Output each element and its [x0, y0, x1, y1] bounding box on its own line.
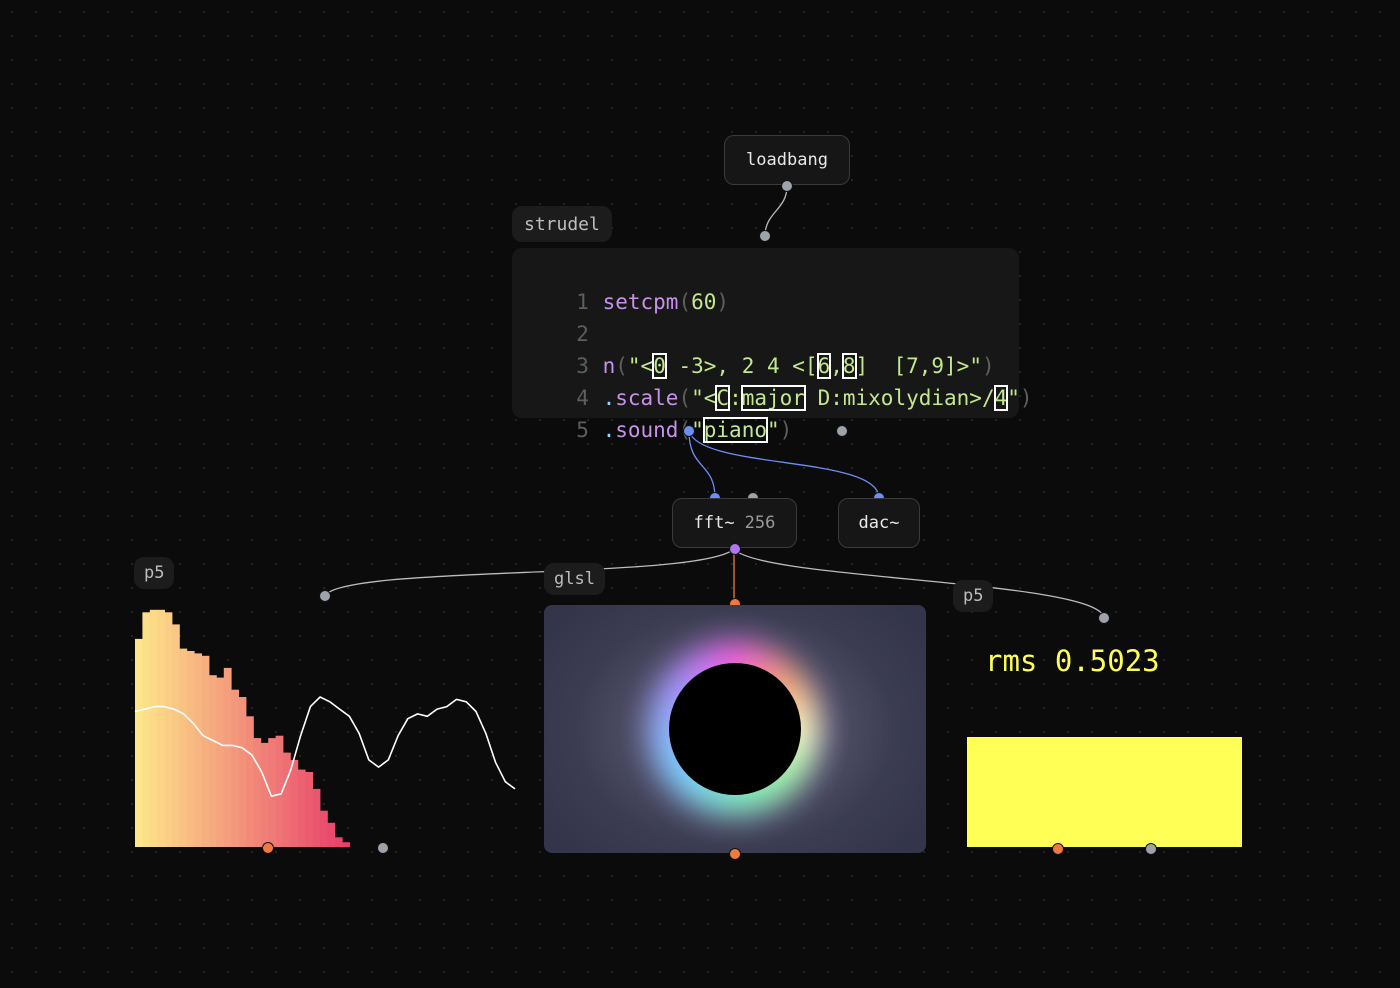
spectrum-bar [172, 624, 180, 847]
dac-node[interactable]: dac~ [838, 498, 920, 548]
spectrum-bar [209, 675, 217, 847]
p5-left-inlet[interactable] [319, 590, 331, 602]
code-token: . [602, 418, 616, 442]
spectrum-bar [283, 752, 291, 847]
spectrum-bar [238, 697, 247, 847]
fft-outlet[interactable] [729, 543, 741, 555]
glsl-outlet[interactable] [729, 848, 741, 860]
p5-right-video-outlet[interactable] [1052, 843, 1064, 855]
spectrum-bar [290, 759, 299, 847]
p5-left-video-outlet[interactable] [262, 842, 274, 854]
rms-label: rms [985, 644, 1038, 678]
code-line-3: 3 n("<0 -3>, 2 4 <[6,8] [7,9]>") [512, 318, 1019, 379]
spectrum-bar [253, 738, 262, 847]
spectrum-bar [327, 822, 336, 847]
p5-right-message-outlet[interactable] [1145, 843, 1157, 855]
spectrum-bar [342, 842, 350, 847]
p5-left-label: p5 [144, 563, 165, 583]
glsl-shader-canvas[interactable] [544, 605, 926, 853]
wire-fft-p5-left [324, 548, 735, 597]
p5-left-title[interactable]: p5 [134, 557, 175, 589]
p5-right-title[interactable]: p5 [953, 580, 994, 612]
p5-right-inlet[interactable] [1098, 612, 1110, 624]
spectrum-bar [223, 667, 232, 847]
shader-black-circle [669, 663, 801, 795]
fft-size: 256 [744, 513, 776, 533]
wire-loadbang-strudel [764, 185, 788, 237]
spectrum-bar [216, 677, 225, 847]
p5-right-label: p5 [963, 586, 984, 606]
code-line-2: 2 [512, 286, 1019, 346]
spectrum-bar [231, 689, 239, 847]
strudel-inlet[interactable] [759, 230, 771, 242]
spectrum-bar [201, 655, 210, 847]
spectrum-bar [246, 716, 254, 847]
line-number: 5 [576, 418, 589, 442]
spectrum-bar [142, 612, 151, 847]
p5-left-message-outlet[interactable] [377, 842, 389, 854]
active-note-highlight: piano [702, 417, 768, 443]
spectrum-bar [305, 772, 313, 847]
spectrum-bar [164, 612, 173, 847]
strudel-title[interactable]: strudel [512, 206, 612, 242]
spectrum-bar [297, 769, 306, 847]
spectrum-bar [312, 788, 321, 847]
code-line-1: 1 setcpm(60) [512, 254, 1019, 314]
code-line-5: 5.sound("piano") [512, 382, 1019, 443]
spectrum-bar [260, 742, 269, 847]
spectrum-bar [334, 837, 343, 847]
fft-node[interactable]: fft~ 256 [672, 498, 797, 548]
p5-left-canvas[interactable] [134, 605, 516, 847]
code-token: sound [615, 418, 679, 442]
spectrum-bar [135, 638, 143, 847]
strudel-audio-outlet[interactable] [683, 425, 695, 437]
fft-label: fft~ [693, 513, 735, 533]
loadbang-outlet[interactable] [781, 180, 793, 192]
spectrum-bar [186, 651, 195, 847]
strudel-label: strudel [524, 213, 600, 235]
code-token: ) [1019, 386, 1033, 410]
rms-level-rect [967, 737, 1242, 847]
spectrum-bar [149, 609, 158, 847]
glsl-label: glsl [554, 569, 595, 589]
code-token: " [766, 418, 780, 442]
code-line-4: 4 .scale("<C:major D:mixolydian>/4") [512, 350, 1033, 411]
glsl-title[interactable]: glsl [544, 563, 605, 595]
spectrum-bar [157, 609, 165, 847]
loadbang-label: loadbang [746, 150, 828, 170]
spectrum-visualizer [134, 609, 516, 847]
code-token: ) [779, 418, 793, 442]
spectrum-bar [179, 648, 188, 847]
strudel-code-editor[interactable]: 1 setcpm(60) 2 3 n("<0 -3>, 2 4 <[6,8] [7,… [512, 248, 1033, 443]
rms-value: 0.5023 [1054, 644, 1160, 678]
loadbang-node[interactable]: loadbang [724, 135, 850, 185]
spectrum-bar [194, 653, 202, 847]
rms-readout: rms 0.5023 [985, 644, 1160, 678]
strudel-message-outlet[interactable] [836, 425, 848, 437]
spectrum-bar [320, 810, 328, 847]
dac-label: dac~ [858, 513, 900, 533]
